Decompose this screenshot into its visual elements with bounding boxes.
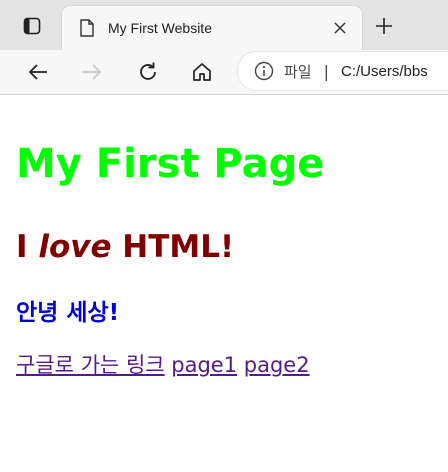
navigation-toolbar: 파일 | C:/Users/bbs [0,50,448,95]
home-button[interactable] [186,56,218,88]
tab-title: My First Website [108,20,212,36]
back-button[interactable] [22,56,54,88]
home-icon [193,63,211,81]
hello-heading: 안녕 세상! [16,300,120,326]
love-suffix: HTML! [111,229,235,265]
tab-strip: My First Website [0,0,448,50]
links-row: 구글로 가는 링크 page1 page2 [16,351,432,379]
love-emphasis: love [38,229,112,265]
plus-icon [376,18,392,34]
back-arrow-icon [28,64,47,80]
address-url[interactable]: C:/Users/bbs [341,63,428,80]
tab-actions-icon [23,17,41,35]
address-separator: | [323,61,329,81]
page2-link[interactable]: page2 [244,353,310,377]
page-heading: My First Page [16,141,325,187]
new-tab-button[interactable] [370,12,398,40]
info-icon[interactable] [254,61,274,81]
forward-button[interactable] [76,56,108,88]
page-icon [76,17,98,39]
forward-arrow-icon [83,64,102,80]
address-scheme: 파일 [284,62,312,81]
browser-tab[interactable]: My First Website [62,6,362,50]
close-tab-icon[interactable] [326,14,354,42]
refresh-button[interactable] [132,56,164,88]
page-content: My First Page I love HTML! 안녕 세상! 구글로 가는… [0,137,448,379]
love-heading: I love HTML! [16,227,432,267]
page1-link[interactable]: page1 [171,353,237,377]
refresh-icon [140,62,156,80]
google-link[interactable]: 구글로 가는 링크 [16,353,165,377]
tab-actions-button[interactable] [8,10,56,42]
love-prefix: I [16,229,39,265]
address-bar[interactable]: 파일 | C:/Users/bbs [238,52,448,90]
